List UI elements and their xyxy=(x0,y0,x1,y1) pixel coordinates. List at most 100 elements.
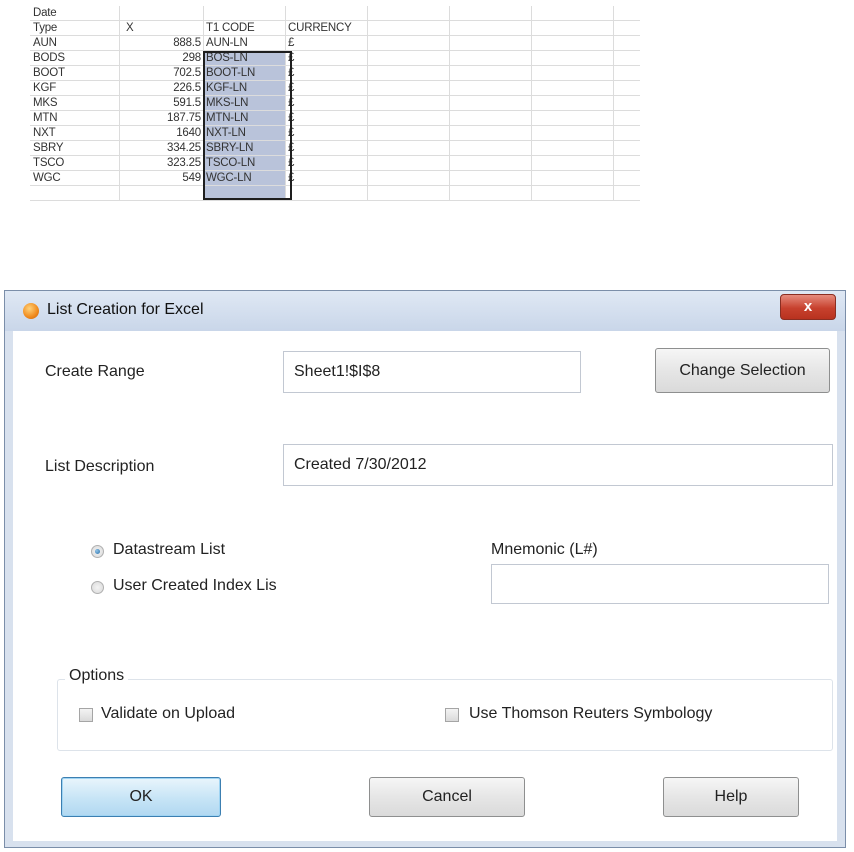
title-bar[interactable]: List Creation for Excel x xyxy=(5,291,845,331)
cell[interactable] xyxy=(120,6,204,21)
cell[interactable] xyxy=(614,36,640,51)
cell[interactable] xyxy=(368,36,450,51)
cell[interactable]: £ xyxy=(286,156,368,171)
datastream-list-label[interactable]: Datastream List xyxy=(113,541,225,559)
cell[interactable] xyxy=(532,96,614,111)
cell[interactable]: 226.5 xyxy=(120,81,204,96)
cell[interactable] xyxy=(532,21,614,36)
cell[interactable]: KGF xyxy=(30,81,120,96)
mnemonic-input[interactable] xyxy=(491,564,829,604)
cell[interactable] xyxy=(532,186,614,201)
cell-selected[interactable]: NXT-LN xyxy=(204,126,286,141)
cell[interactable]: CURRENCY xyxy=(286,21,368,36)
cell-selected[interactable] xyxy=(204,186,286,201)
cell[interactable] xyxy=(614,6,640,21)
cell[interactable]: £ xyxy=(286,81,368,96)
help-button[interactable]: Help xyxy=(663,777,799,817)
cell-selected[interactable]: BOOT-LN xyxy=(204,66,286,81)
cell-selected[interactable]: TSCO-LN xyxy=(204,156,286,171)
cell[interactable] xyxy=(614,51,640,66)
cell[interactable] xyxy=(614,171,640,186)
cell[interactable]: WGC xyxy=(30,171,120,186)
cell[interactable] xyxy=(450,66,532,81)
cell[interactable] xyxy=(368,96,450,111)
cell[interactable] xyxy=(368,126,450,141)
cell[interactable]: Type xyxy=(30,21,120,36)
create-range-input[interactable]: Sheet1!$I$8 xyxy=(283,351,581,393)
cell-selected[interactable]: BOS-LN xyxy=(204,51,286,66)
cell[interactable]: £ xyxy=(286,66,368,81)
cell[interactable]: 187.75 xyxy=(120,111,204,126)
cell-active[interactable]: AUN-LN xyxy=(204,36,286,51)
cell[interactable]: £ xyxy=(286,171,368,186)
cell[interactable] xyxy=(614,21,640,36)
cell[interactable] xyxy=(614,141,640,156)
cell-selected[interactable]: MTN-LN xyxy=(204,111,286,126)
cell[interactable]: Date xyxy=(30,6,120,21)
use-symbology-checkbox[interactable] xyxy=(445,708,459,722)
cell[interactable] xyxy=(532,141,614,156)
cell[interactable] xyxy=(450,171,532,186)
cell[interactable]: 591.5 xyxy=(120,96,204,111)
cell[interactable] xyxy=(450,111,532,126)
cell[interactable]: 702.5 xyxy=(120,66,204,81)
cell[interactable] xyxy=(450,81,532,96)
cell[interactable] xyxy=(204,6,286,21)
cell[interactable]: X xyxy=(120,21,204,36)
change-selection-button[interactable]: Change Selection xyxy=(655,348,830,393)
cell[interactable] xyxy=(614,81,640,96)
cell[interactable] xyxy=(368,6,450,21)
cell[interactable]: BODS xyxy=(30,51,120,66)
cell[interactable] xyxy=(368,111,450,126)
cell[interactable]: 1640 xyxy=(120,126,204,141)
cell[interactable]: £ xyxy=(286,141,368,156)
cell[interactable] xyxy=(450,51,532,66)
cell[interactable] xyxy=(532,171,614,186)
cell[interactable]: SBRY xyxy=(30,141,120,156)
cell[interactable] xyxy=(368,186,450,201)
cell[interactable] xyxy=(286,186,368,201)
cell[interactable]: £ xyxy=(286,111,368,126)
cell[interactable]: AUN xyxy=(30,36,120,51)
cell[interactable] xyxy=(532,156,614,171)
cell[interactable]: £ xyxy=(286,126,368,141)
cell[interactable] xyxy=(450,36,532,51)
cell[interactable]: NXT xyxy=(30,126,120,141)
cell-selected[interactable]: WGC-LN xyxy=(204,171,286,186)
cell[interactable]: £ xyxy=(286,96,368,111)
cell[interactable] xyxy=(532,66,614,81)
cell[interactable] xyxy=(368,156,450,171)
cell[interactable]: 888.5 xyxy=(120,36,204,51)
cell[interactable] xyxy=(532,6,614,21)
ok-button[interactable]: OK xyxy=(61,777,221,817)
cell[interactable] xyxy=(532,36,614,51)
cell[interactable] xyxy=(368,21,450,36)
cell[interactable] xyxy=(450,6,532,21)
cell[interactable] xyxy=(614,66,640,81)
cell[interactable]: MKS xyxy=(30,96,120,111)
cell[interactable]: 298 xyxy=(120,51,204,66)
cell[interactable] xyxy=(286,6,368,21)
user-created-index-radio[interactable] xyxy=(91,581,104,594)
cell[interactable]: BOOT xyxy=(30,66,120,81)
cell[interactable] xyxy=(532,126,614,141)
cell[interactable] xyxy=(450,156,532,171)
cell[interactable] xyxy=(532,51,614,66)
cell[interactable] xyxy=(614,96,640,111)
cancel-button[interactable]: Cancel xyxy=(369,777,525,817)
user-created-index-label[interactable]: User Created Index Lis xyxy=(113,577,277,595)
cell[interactable] xyxy=(368,141,450,156)
cell[interactable] xyxy=(614,186,640,201)
cell[interactable] xyxy=(450,186,532,201)
validate-on-upload-label[interactable]: Validate on Upload xyxy=(101,705,235,723)
validate-on-upload-checkbox[interactable] xyxy=(79,708,93,722)
close-button[interactable]: x xyxy=(780,294,836,320)
use-symbology-label[interactable]: Use Thomson Reuters Symbology xyxy=(469,705,712,723)
cell[interactable] xyxy=(368,81,450,96)
datastream-list-radio[interactable] xyxy=(91,545,104,558)
cell[interactable]: MTN xyxy=(30,111,120,126)
list-description-input[interactable]: Created 7/30/2012 xyxy=(283,444,833,486)
cell[interactable]: T1 CODE xyxy=(204,21,286,36)
cell[interactable] xyxy=(450,126,532,141)
cell-selected[interactable]: SBRY-LN xyxy=(204,141,286,156)
